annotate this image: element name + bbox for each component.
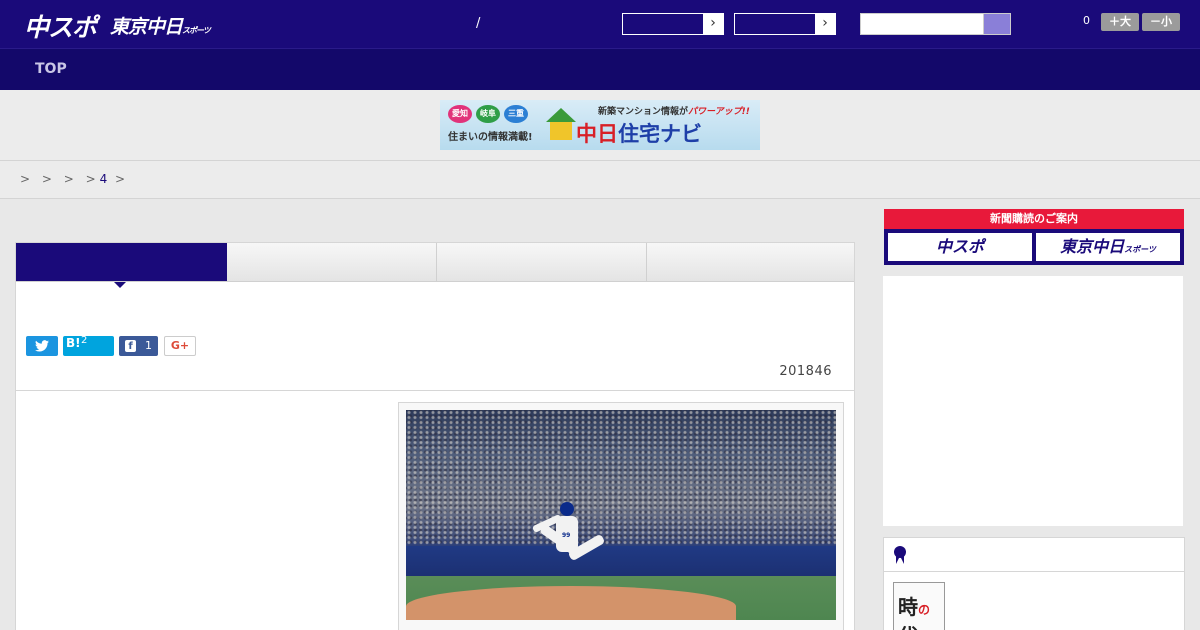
header-bar: 中スポ 東京中日スポーツ / › › 0 ＋大 －小 [0,0,1200,48]
hatena-bookmark-button[interactable]: B! 2 [63,335,114,356]
breadcrumb-separator: > [41,172,52,186]
header-separator: / [476,16,481,31]
photo-pitcher: 99 [526,496,626,598]
tab-3[interactable] [437,243,647,282]
banner-badge-gifu: 岐阜 [476,105,500,123]
banner-main-title: 中日住宅ナビ [576,118,702,148]
baseball-pitcher-photo[interactable]: 99 [406,410,836,620]
tab-2[interactable] [227,243,437,282]
tokyo-chunichi-logo-text: 東京中日 [110,16,183,38]
search-input[interactable] [860,13,984,35]
chuspo-logo[interactable]: 中スポ [24,8,97,44]
chevron-right-icon: › [703,14,723,34]
search-button[interactable] [983,13,1011,35]
article-date: 201846 [779,364,832,379]
google-plus-button[interactable]: G+ [164,336,196,356]
breadcrumb-area: > > > > 4 > [0,161,1200,199]
thumbnail-char-2: の [918,603,931,617]
breadcrumb-separator: > [85,172,96,186]
banner-main-part2: 日 [597,122,618,146]
breadcrumb-separator: > [63,172,74,186]
facebook-icon: f [125,340,136,352]
article-divider [16,390,854,391]
subscription-box: 新聞購読のご案内 中スポ 東京中日スポーツ [884,209,1184,265]
ribbon-icon [894,546,906,564]
banner-main-part3: 住宅ナビ [618,122,702,146]
tokyo-chunichi-logo[interactable]: 東京中日スポーツ [110,12,211,39]
thumbnail-char-1: 時 [898,595,918,619]
subscribe-tokyo-label: 東京中日 [1060,237,1125,256]
font-size-count: 0 [1083,14,1090,27]
article-panel: B! 2 f 1 G+ 201846 99 [15,242,855,630]
subscribe-tokyo-chunichi-button[interactable]: 東京中日スポーツ [1036,233,1180,261]
active-tab-caret [114,282,126,288]
font-smaller-button[interactable]: －小 [1142,13,1180,31]
article-photo-frame: 99 [398,402,844,630]
chevron-right-icon: › [815,14,835,34]
breadcrumb-separator: > [20,172,31,186]
thumbnail-title: 時の代 [898,591,944,630]
nav-item-top[interactable]: TOP [35,61,67,77]
twitter-icon [35,340,49,352]
hatena-count: 2 [81,335,88,346]
banner-top-text: 新築マンション情報がパワーアップ!! [598,104,750,117]
banner-badge-mie: 三重 [504,105,528,123]
banner-top-plain: 新築マンション情報が [598,107,689,117]
banner-top-emphasis: パワーアップ!! [688,107,750,117]
banner-main-part1: 中 [576,122,597,146]
tab-1[interactable] [16,243,227,282]
breadcrumb-link[interactable]: 4 [100,172,108,186]
category-select-1[interactable]: › [622,13,724,35]
sidebar-ad[interactable] [883,276,1183,526]
article-tabs [16,243,854,288]
hatena-icon: B! [66,336,81,350]
sidebar-panel-header [884,538,1184,572]
sidebar-thumbnail[interactable]: 時の代 [893,582,945,630]
tab-4[interactable] [647,243,854,282]
font-larger-button[interactable]: ＋大 [1101,13,1139,31]
housing-navi-banner[interactable]: 愛知 岐阜 三重 住まいの情報満載! 新築マンション情報がパワーアップ!! 中日… [440,100,760,150]
category-select-2[interactable]: › [734,13,836,35]
global-nav: TOP [0,48,1200,90]
subscription-header: 新聞購読のご案内 [884,209,1184,229]
tokyo-chunichi-logo-suffix: スポーツ [182,26,211,35]
banner-subtitle: 住まいの情報満載! [448,132,533,143]
twitter-share-button[interactable] [26,336,58,356]
sidebar-ranking-panel: 時の代 [883,537,1185,630]
breadcrumb: > > > > 4 > [20,172,125,186]
pitcher-jersey-number: 99 [562,532,571,539]
banner-area: 愛知 岐阜 三重 住まいの情報満載! 新築マンション情報がパワーアップ!! 中日… [0,90,1200,161]
subscribe-tokyo-suffix: スポーツ [1124,245,1156,254]
house-icon [546,108,576,142]
breadcrumb-separator: > [115,172,126,186]
thumbnail-char-3: 代 [898,624,918,630]
facebook-share-button[interactable]: f 1 [119,336,158,356]
facebook-count: 1 [145,339,152,352]
banner-badge-aichi: 愛知 [448,105,472,123]
subscribe-chuspo-button[interactable]: 中スポ [888,233,1032,261]
